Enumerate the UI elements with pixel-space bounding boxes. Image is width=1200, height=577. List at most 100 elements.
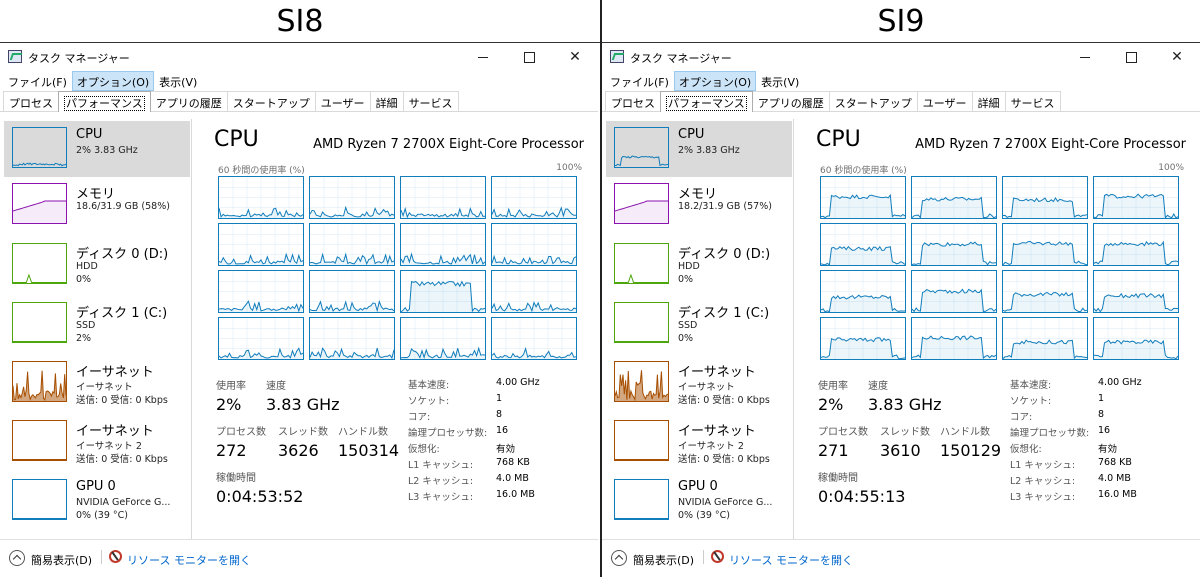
sidebar-item-disk1[interactable]: ディスク 1 (C:) SSD 0% xyxy=(606,296,792,352)
maximize-icon[interactable] xyxy=(1108,43,1154,71)
minimize-icon[interactable] xyxy=(460,43,506,71)
chevron-up-icon[interactable] xyxy=(611,550,627,566)
tab-users[interactable]: ユーザー xyxy=(314,91,371,111)
usage-line xyxy=(401,318,485,359)
fewer-details-button[interactable]: 簡易表示(D) xyxy=(633,552,694,568)
mini-graph xyxy=(12,302,67,343)
spec-value: 8 xyxy=(496,409,503,420)
close-icon[interactable] xyxy=(1154,43,1200,71)
spec-value: 4.00 GHz xyxy=(496,377,540,388)
menu-view[interactable]: 表示(V) xyxy=(756,71,804,91)
core-graph xyxy=(1002,223,1088,266)
sidebar-item-cpu[interactable]: CPU 2% 3.83 GHz xyxy=(4,121,190,177)
process-count-value: 272 xyxy=(216,441,247,460)
mini-graph-line xyxy=(615,155,668,167)
core-graph xyxy=(309,317,395,360)
menu-bar: ファイル(F) オプション(O) 表示(V) xyxy=(0,71,598,91)
maximize-icon[interactable] xyxy=(506,43,552,71)
processor-name: AMD Ryzen 7 2700X Eight-Core Processor xyxy=(313,137,584,152)
usage-line xyxy=(1003,271,1087,312)
speed-value: 3.83 GHz xyxy=(266,395,340,414)
menu-options[interactable]: オプション(O) xyxy=(71,71,155,91)
handle-count-label: ハンドル数 xyxy=(338,427,388,438)
spec-label: 論理プロセッサ数: xyxy=(1010,428,1090,439)
sidebar-item-memory[interactable]: メモリ 18.2/31.9 GB (57%) xyxy=(606,177,792,233)
spec-value: 有効 xyxy=(1098,444,1118,455)
tab-bar: プロセス パフォーマンス アプリの履歴 スタートアップ ユーザー 詳細 サービス xyxy=(0,91,598,112)
usage-line xyxy=(1094,224,1178,265)
thread-count-value: 3626 xyxy=(278,441,319,460)
tab-label: ユーザー xyxy=(922,97,967,110)
sidebar-item-disk1[interactable]: ディスク 1 (C:) SSD 2% xyxy=(4,296,190,352)
mini-graph xyxy=(614,243,669,284)
spec-value: 16.0 MB xyxy=(1098,489,1137,500)
resource-monitor-icon[interactable] xyxy=(109,550,122,563)
mini-graph-line xyxy=(13,459,66,460)
core-graph xyxy=(1093,176,1179,219)
chevron-up-icon[interactable] xyxy=(9,550,25,566)
usage-line xyxy=(219,271,303,312)
tab-details[interactable]: 詳細 xyxy=(971,91,1006,111)
spec-label: 仮想化: xyxy=(408,444,440,455)
sidebar-item-detail: 18.6/31.9 GB (58%) xyxy=(76,201,170,212)
sidebar-item-ethernet[interactable]: イーサネット イーサネット 送信: 0 受信: 0 Kbps xyxy=(606,355,792,411)
task-manager-icon xyxy=(610,50,624,63)
tab-app-history[interactable]: アプリの履歴 xyxy=(149,91,228,111)
tab-processes[interactable]: プロセス xyxy=(3,91,59,111)
spec-value: 768 KB xyxy=(1098,457,1132,468)
title-bar[interactable]: タスク マネージャー xyxy=(0,43,598,71)
footer-separator xyxy=(703,550,704,564)
menu-options[interactable]: オプション(O) xyxy=(673,71,757,91)
minimize-icon[interactable] xyxy=(1062,43,1108,71)
sidebar-item-ethernet[interactable]: イーサネット イーサネット 送信: 0 受信: 0 Kbps xyxy=(4,355,190,411)
usage-value: 2% xyxy=(818,395,844,414)
mini-graph-line xyxy=(13,518,66,519)
sidebar-item-detail: 2% 3.83 GHz xyxy=(678,145,740,156)
spec-value: 1 xyxy=(1098,393,1105,404)
logical-processor-grid xyxy=(218,176,577,360)
menu-file[interactable]: ファイル(F) xyxy=(3,71,72,91)
tab-services[interactable]: サービス xyxy=(402,91,459,111)
sidebar-item-gpu0[interactable]: GPU 0 NVIDIA GeForce G... 0% (39 °C) xyxy=(606,473,792,529)
open-resource-monitor-link[interactable]: リソース モニターを開く xyxy=(127,552,251,568)
sidebar-item-disk0[interactable]: ディスク 0 (D:) HDD 0% xyxy=(4,237,190,293)
process-count-label: プロセス数 xyxy=(216,427,266,438)
resource-monitor-icon[interactable] xyxy=(711,550,724,563)
sidebar-item-detail: 18.2/31.9 GB (57%) xyxy=(678,201,772,212)
page-title: CPU xyxy=(816,127,861,152)
tab-performance[interactable]: パフォーマンス xyxy=(58,91,151,112)
sidebar-item-title: ディスク 1 (C:) xyxy=(76,306,168,321)
menu-file[interactable]: ファイル(F) xyxy=(605,71,674,91)
sidebar-item-detail: 送信: 0 受信: 0 Kbps xyxy=(76,454,168,465)
tab-label: 詳細 xyxy=(375,97,398,110)
tab-services[interactable]: サービス xyxy=(1004,91,1061,111)
task-manager-icon xyxy=(8,50,22,63)
uptime-value: 0:04:55:13 xyxy=(818,487,906,506)
sidebar-item-ethernet2[interactable]: イーサネット イーサネット 2 送信: 0 受信: 0 Kbps xyxy=(4,414,190,470)
sidebar-item-gpu0[interactable]: GPU 0 NVIDIA GeForce G... 0% (39 °C) xyxy=(4,473,190,529)
mini-graph-line xyxy=(13,370,66,401)
tab-processes[interactable]: プロセス xyxy=(605,91,661,111)
tab-startup[interactable]: スタートアップ xyxy=(828,91,918,111)
title-bar[interactable]: タスク マネージャー xyxy=(602,43,1200,71)
sidebar-item-ethernet2[interactable]: イーサネット イーサネット 2 送信: 0 受信: 0 Kbps xyxy=(606,414,792,470)
fewer-details-button[interactable]: 簡易表示(D) xyxy=(31,552,92,568)
open-resource-monitor-link[interactable]: リソース モニターを開く xyxy=(729,552,853,568)
close-icon[interactable] xyxy=(552,43,598,71)
sidebar-item-disk0[interactable]: ディスク 0 (D:) HDD 0% xyxy=(606,237,792,293)
tab-details[interactable]: 詳細 xyxy=(369,91,404,111)
sidebar-item-detail: 0% (39 °C) xyxy=(76,510,128,521)
tab-app-history[interactable]: アプリの履歴 xyxy=(751,91,830,111)
tab-performance[interactable]: パフォーマンス xyxy=(660,91,753,112)
thread-count-value: 3610 xyxy=(880,441,921,460)
page-title: CPU xyxy=(214,127,259,152)
menu-view[interactable]: 表示(V) xyxy=(154,71,202,91)
tab-startup[interactable]: スタートアップ xyxy=(226,91,316,111)
usage-line xyxy=(1003,177,1087,218)
sidebar-item-detail: NVIDIA GeForce G... xyxy=(678,497,773,508)
tab-users[interactable]: ユーザー xyxy=(916,91,973,111)
sidebar-item-cpu[interactable]: CPU 2% 3.83 GHz xyxy=(606,121,792,177)
sidebar-item-title: イーサネット xyxy=(678,365,756,380)
sidebar-item-memory[interactable]: メモリ 18.6/31.9 GB (58%) xyxy=(4,177,190,233)
usage-line xyxy=(821,318,905,359)
